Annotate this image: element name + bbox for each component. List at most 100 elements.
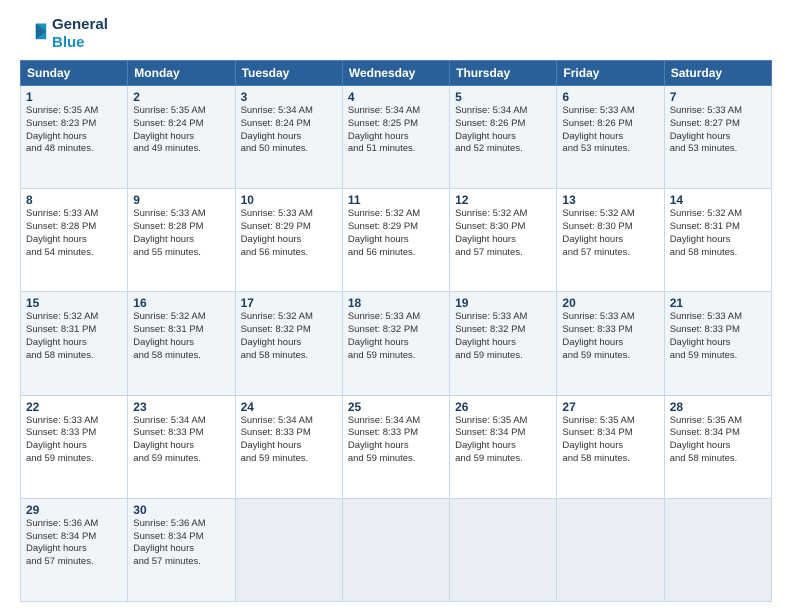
- day-info: Sunrise: 5:33 AM Sunset: 8:27 PM Dayligh…: [670, 105, 766, 156]
- day-info: Sunrise: 5:34 AM Sunset: 8:33 PM Dayligh…: [133, 415, 229, 466]
- day-cell: 25 Sunrise: 5:34 AM Sunset: 8:33 PM Dayl…: [342, 395, 449, 498]
- day-info: Sunrise: 5:32 AM Sunset: 8:30 PM Dayligh…: [455, 208, 551, 259]
- day-info: Sunrise: 5:33 AM Sunset: 8:32 PM Dayligh…: [455, 311, 551, 362]
- weekday-header-friday: Friday: [557, 61, 664, 86]
- day-number: 24: [241, 400, 337, 414]
- day-info: Sunrise: 5:32 AM Sunset: 8:30 PM Dayligh…: [562, 208, 658, 259]
- day-cell: 3 Sunrise: 5:34 AM Sunset: 8:24 PM Dayli…: [235, 86, 342, 189]
- day-cell: 17 Sunrise: 5:32 AM Sunset: 8:32 PM Dayl…: [235, 292, 342, 395]
- calendar-table: SundayMondayTuesdayWednesdayThursdayFrid…: [20, 60, 772, 602]
- day-cell: [450, 498, 557, 601]
- day-number: 11: [348, 193, 444, 207]
- day-number: 17: [241, 296, 337, 310]
- day-number: 8: [26, 193, 122, 207]
- weekday-header-thursday: Thursday: [450, 61, 557, 86]
- logo-text: General Blue: [52, 16, 108, 52]
- day-number: 2: [133, 90, 229, 104]
- day-cell: 11 Sunrise: 5:32 AM Sunset: 8:29 PM Dayl…: [342, 189, 449, 292]
- day-cell: [342, 498, 449, 601]
- day-info: Sunrise: 5:32 AM Sunset: 8:31 PM Dayligh…: [133, 311, 229, 362]
- day-info: Sunrise: 5:34 AM Sunset: 8:24 PM Dayligh…: [241, 105, 337, 156]
- day-number: 5: [455, 90, 551, 104]
- day-cell: 23 Sunrise: 5:34 AM Sunset: 8:33 PM Dayl…: [128, 395, 235, 498]
- day-info: Sunrise: 5:34 AM Sunset: 8:33 PM Dayligh…: [348, 415, 444, 466]
- day-info: Sunrise: 5:34 AM Sunset: 8:26 PM Dayligh…: [455, 105, 551, 156]
- day-number: 3: [241, 90, 337, 104]
- day-info: Sunrise: 5:34 AM Sunset: 8:33 PM Dayligh…: [241, 415, 337, 466]
- calendar-page: General Blue SundayMondayTuesdayWednesda…: [0, 0, 792, 612]
- day-info: Sunrise: 5:32 AM Sunset: 8:31 PM Dayligh…: [670, 208, 766, 259]
- day-cell: 20 Sunrise: 5:33 AM Sunset: 8:33 PM Dayl…: [557, 292, 664, 395]
- day-number: 29: [26, 503, 122, 517]
- week-row-2: 8 Sunrise: 5:33 AM Sunset: 8:28 PM Dayli…: [21, 189, 772, 292]
- day-info: Sunrise: 5:35 AM Sunset: 8:23 PM Dayligh…: [26, 105, 122, 156]
- day-info: Sunrise: 5:33 AM Sunset: 8:33 PM Dayligh…: [562, 311, 658, 362]
- day-number: 9: [133, 193, 229, 207]
- day-number: 18: [348, 296, 444, 310]
- day-number: 27: [562, 400, 658, 414]
- day-cell: 12 Sunrise: 5:32 AM Sunset: 8:30 PM Dayl…: [450, 189, 557, 292]
- day-number: 23: [133, 400, 229, 414]
- day-number: 10: [241, 193, 337, 207]
- weekday-header-tuesday: Tuesday: [235, 61, 342, 86]
- day-cell: 28 Sunrise: 5:35 AM Sunset: 8:34 PM Dayl…: [664, 395, 771, 498]
- day-cell: 4 Sunrise: 5:34 AM Sunset: 8:25 PM Dayli…: [342, 86, 449, 189]
- day-info: Sunrise: 5:32 AM Sunset: 8:32 PM Dayligh…: [241, 311, 337, 362]
- logo-icon: [20, 20, 48, 48]
- day-cell: 15 Sunrise: 5:32 AM Sunset: 8:31 PM Dayl…: [21, 292, 128, 395]
- day-info: Sunrise: 5:34 AM Sunset: 8:25 PM Dayligh…: [348, 105, 444, 156]
- day-cell: 16 Sunrise: 5:32 AM Sunset: 8:31 PM Dayl…: [128, 292, 235, 395]
- day-number: 4: [348, 90, 444, 104]
- day-cell: 22 Sunrise: 5:33 AM Sunset: 8:33 PM Dayl…: [21, 395, 128, 498]
- day-cell: [557, 498, 664, 601]
- week-row-5: 29 Sunrise: 5:36 AM Sunset: 8:34 PM Dayl…: [21, 498, 772, 601]
- day-cell: 26 Sunrise: 5:35 AM Sunset: 8:34 PM Dayl…: [450, 395, 557, 498]
- day-number: 7: [670, 90, 766, 104]
- day-info: Sunrise: 5:35 AM Sunset: 8:34 PM Dayligh…: [562, 415, 658, 466]
- weekday-header-monday: Monday: [128, 61, 235, 86]
- day-info: Sunrise: 5:35 AM Sunset: 8:24 PM Dayligh…: [133, 105, 229, 156]
- day-number: 30: [133, 503, 229, 517]
- day-cell: 13 Sunrise: 5:32 AM Sunset: 8:30 PM Dayl…: [557, 189, 664, 292]
- weekday-header-wednesday: Wednesday: [342, 61, 449, 86]
- day-info: Sunrise: 5:36 AM Sunset: 8:34 PM Dayligh…: [26, 518, 122, 569]
- day-cell: [235, 498, 342, 601]
- day-cell: 9 Sunrise: 5:33 AM Sunset: 8:28 PM Dayli…: [128, 189, 235, 292]
- day-cell: 18 Sunrise: 5:33 AM Sunset: 8:32 PM Dayl…: [342, 292, 449, 395]
- calendar-header: SundayMondayTuesdayWednesdayThursdayFrid…: [21, 61, 772, 86]
- day-number: 15: [26, 296, 122, 310]
- week-row-1: 1 Sunrise: 5:35 AM Sunset: 8:23 PM Dayli…: [21, 86, 772, 189]
- day-info: Sunrise: 5:33 AM Sunset: 8:33 PM Dayligh…: [670, 311, 766, 362]
- day-info: Sunrise: 5:32 AM Sunset: 8:31 PM Dayligh…: [26, 311, 122, 362]
- day-info: Sunrise: 5:33 AM Sunset: 8:33 PM Dayligh…: [26, 415, 122, 466]
- day-number: 21: [670, 296, 766, 310]
- day-number: 28: [670, 400, 766, 414]
- day-number: 6: [562, 90, 658, 104]
- day-number: 16: [133, 296, 229, 310]
- weekday-header-row: SundayMondayTuesdayWednesdayThursdayFrid…: [21, 61, 772, 86]
- day-cell: 8 Sunrise: 5:33 AM Sunset: 8:28 PM Dayli…: [21, 189, 128, 292]
- day-info: Sunrise: 5:33 AM Sunset: 8:28 PM Dayligh…: [133, 208, 229, 259]
- day-cell: [664, 498, 771, 601]
- day-cell: 7 Sunrise: 5:33 AM Sunset: 8:27 PM Dayli…: [664, 86, 771, 189]
- weekday-header-saturday: Saturday: [664, 61, 771, 86]
- logo: General Blue: [20, 16, 108, 52]
- day-cell: 6 Sunrise: 5:33 AM Sunset: 8:26 PM Dayli…: [557, 86, 664, 189]
- day-cell: 5 Sunrise: 5:34 AM Sunset: 8:26 PM Dayli…: [450, 86, 557, 189]
- day-cell: 24 Sunrise: 5:34 AM Sunset: 8:33 PM Dayl…: [235, 395, 342, 498]
- day-info: Sunrise: 5:35 AM Sunset: 8:34 PM Dayligh…: [455, 415, 551, 466]
- day-number: 26: [455, 400, 551, 414]
- day-info: Sunrise: 5:33 AM Sunset: 8:29 PM Dayligh…: [241, 208, 337, 259]
- day-info: Sunrise: 5:33 AM Sunset: 8:28 PM Dayligh…: [26, 208, 122, 259]
- day-cell: 2 Sunrise: 5:35 AM Sunset: 8:24 PM Dayli…: [128, 86, 235, 189]
- day-number: 19: [455, 296, 551, 310]
- day-number: 14: [670, 193, 766, 207]
- day-cell: 10 Sunrise: 5:33 AM Sunset: 8:29 PM Dayl…: [235, 189, 342, 292]
- day-cell: 27 Sunrise: 5:35 AM Sunset: 8:34 PM Dayl…: [557, 395, 664, 498]
- calendar-body: 1 Sunrise: 5:35 AM Sunset: 8:23 PM Dayli…: [21, 86, 772, 602]
- day-info: Sunrise: 5:32 AM Sunset: 8:29 PM Dayligh…: [348, 208, 444, 259]
- day-cell: 14 Sunrise: 5:32 AM Sunset: 8:31 PM Dayl…: [664, 189, 771, 292]
- day-number: 12: [455, 193, 551, 207]
- day-number: 20: [562, 296, 658, 310]
- day-info: Sunrise: 5:36 AM Sunset: 8:34 PM Dayligh…: [133, 518, 229, 569]
